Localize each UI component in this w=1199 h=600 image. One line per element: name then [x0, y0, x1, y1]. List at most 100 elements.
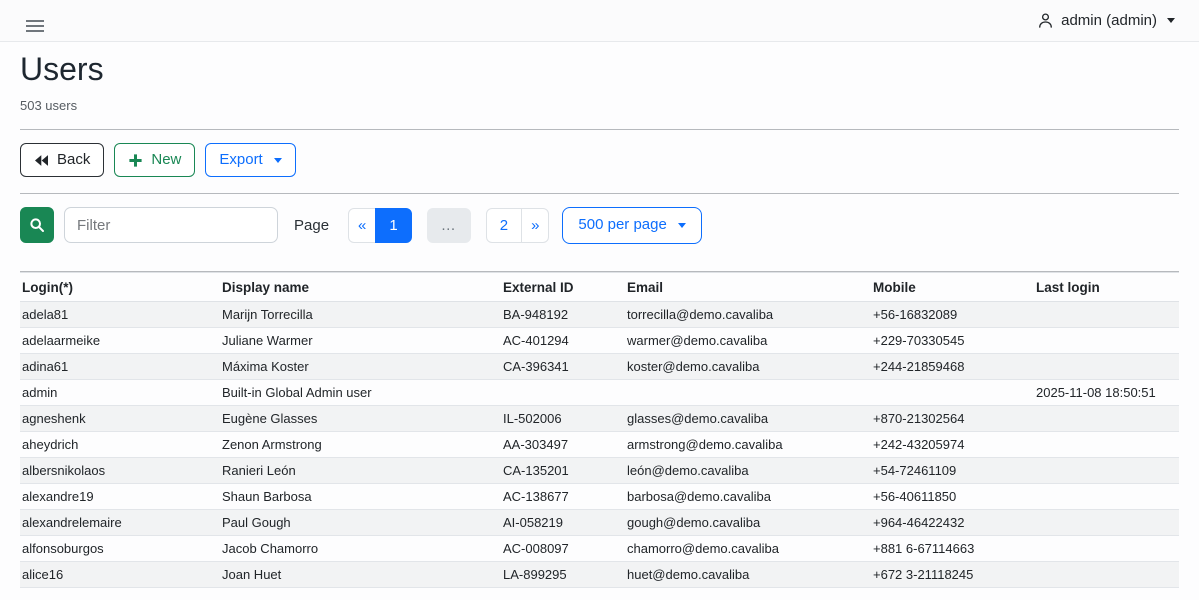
table-row: alice16Joan HuetLA-899295huet@demo.caval…: [20, 561, 1179, 587]
column-header-external-id: External ID: [501, 272, 625, 301]
cell-email: torrecilla@demo.cavaliba: [625, 301, 871, 327]
cell-email: koster@demo.cavaliba: [625, 353, 871, 379]
cell-mobile: +56-16832089: [871, 301, 1034, 327]
person-icon: [1037, 12, 1054, 29]
cell-email: huet@demo.cavaliba: [625, 561, 871, 587]
cell-external-id: CA-396341: [501, 353, 625, 379]
cell-email: glasses@demo.cavaliba: [625, 405, 871, 431]
pagination-next[interactable]: »: [521, 208, 549, 244]
cell-last-login: 2025-11-08 18:50:51: [1034, 379, 1179, 405]
new-button-label: New: [151, 150, 181, 170]
user-menu-label: admin (admin): [1061, 12, 1157, 29]
table-row: aheydrichZenon ArmstrongAA-303497armstro…: [20, 431, 1179, 457]
new-button[interactable]: New: [114, 143, 195, 177]
cell-display-name: Ranieri León: [220, 457, 501, 483]
table-row: alexandre19Shaun BarbosaAC-138677barbosa…: [20, 483, 1179, 509]
cell-mobile: [871, 379, 1034, 405]
page-label: Page: [294, 217, 329, 234]
user-menu[interactable]: admin (admin): [1037, 12, 1175, 29]
cell-external-id: AA-303497: [501, 431, 625, 457]
cell-last-login: [1034, 535, 1179, 561]
cell-display-name: Paul Gough: [220, 509, 501, 535]
cell-login: albersnikolaos: [20, 457, 220, 483]
export-button-label: Export: [219, 150, 262, 170]
cell-external-id: AI-058219: [501, 509, 625, 535]
rewind-icon: [34, 154, 49, 167]
cell-display-name: Built-in Global Admin user: [220, 379, 501, 405]
page-title: Users: [20, 51, 1179, 88]
cell-login: alexandrelemaire: [20, 509, 220, 535]
hamburger-icon: [26, 20, 44, 22]
search-icon: [29, 217, 45, 233]
table-row: adelaarmeikeJuliane WarmerAC-401294warme…: [20, 327, 1179, 353]
pagination-page-2[interactable]: 2: [486, 208, 522, 244]
search-button[interactable]: [20, 207, 54, 243]
column-header-display-name: Display name: [220, 272, 501, 301]
column-header-last-login: Last login: [1034, 272, 1179, 301]
pagination-page-1[interactable]: 1: [375, 208, 411, 244]
cell-login: agneshenk: [20, 405, 220, 431]
table-row: alexandrelemairePaul GoughAI-058219gough…: [20, 509, 1179, 535]
column-header-mobile: Mobile: [871, 272, 1034, 301]
cell-external-id: [501, 379, 625, 405]
cell-mobile: +244-21859468: [871, 353, 1034, 379]
cell-mobile: +672 3-21118245: [871, 561, 1034, 587]
cell-display-name: Marijn Torrecilla: [220, 301, 501, 327]
table-row: agneshenkEugène GlassesIL-502006glasses@…: [20, 405, 1179, 431]
cell-mobile: +242-43205974: [871, 431, 1034, 457]
cell-login: aheydrich: [20, 431, 220, 457]
cell-last-login: [1034, 327, 1179, 353]
cell-email: armstrong@demo.cavaliba: [625, 431, 871, 457]
cell-display-name: Jacob Chamorro: [220, 535, 501, 561]
topbar: admin (admin): [0, 0, 1199, 42]
cell-display-name: Juliane Warmer: [220, 327, 501, 353]
cell-email: gough@demo.cavaliba: [625, 509, 871, 535]
table-header-row: Login(*) Display name External ID Email …: [20, 272, 1179, 301]
cell-external-id: BA-948192: [501, 301, 625, 327]
filter-input[interactable]: [64, 207, 278, 243]
cell-login: alfonsoburgos: [20, 535, 220, 561]
cell-last-login: [1034, 561, 1179, 587]
user-count: 503 users: [20, 98, 1179, 113]
cell-display-name: Joan Huet: [220, 561, 501, 587]
cell-mobile: +229-70330545: [871, 327, 1034, 353]
cell-mobile: +964-46422432: [871, 509, 1034, 535]
main-content: Users 503 users Back New Export: [0, 51, 1199, 588]
cell-login: admin: [20, 379, 220, 405]
toolbar: Back New Export: [20, 143, 1179, 177]
per-page-label: 500 per page: [578, 215, 666, 235]
cell-external-id: AC-008097: [501, 535, 625, 561]
pagination: « 1 … 2 »: [348, 208, 549, 244]
table-row: adminBuilt-in Global Admin user 2025-11-0…: [20, 379, 1179, 405]
cell-mobile: +56-40611850: [871, 483, 1034, 509]
cell-last-login: [1034, 483, 1179, 509]
cell-email: león@demo.cavaliba: [625, 457, 871, 483]
column-header-email: Email: [625, 272, 871, 301]
cell-mobile: +881 6-67114663: [871, 535, 1034, 561]
caret-down-icon: [678, 223, 686, 228]
pagination-ellipsis: …: [427, 208, 471, 244]
cell-display-name: Máxima Koster: [220, 353, 501, 379]
divider: [20, 193, 1179, 194]
users-table-body: adela81Marijn TorrecillaBA-948192torreci…: [20, 301, 1179, 587]
cell-email: warmer@demo.cavaliba: [625, 327, 871, 353]
cell-email: barbosa@demo.cavaliba: [625, 483, 871, 509]
menu-toggle-button[interactable]: [24, 13, 46, 29]
cell-last-login: [1034, 301, 1179, 327]
cell-login: alexandre19: [20, 483, 220, 509]
cell-login: alice16: [20, 561, 220, 587]
export-button[interactable]: Export: [205, 143, 295, 177]
caret-down-icon: [274, 158, 282, 163]
caret-down-icon: [1167, 18, 1175, 23]
table-row: adina61Máxima KosterCA-396341koster@demo…: [20, 353, 1179, 379]
per-page-dropdown[interactable]: 500 per page: [562, 207, 701, 243]
cell-last-login: [1034, 457, 1179, 483]
back-button[interactable]: Back: [20, 143, 104, 177]
pagination-group: …: [427, 208, 471, 244]
cell-mobile: +54-72461109: [871, 457, 1034, 483]
cell-display-name: Zenon Armstrong: [220, 431, 501, 457]
table-row: albersnikolaosRanieri LeónCA-135201león@…: [20, 457, 1179, 483]
cell-display-name: Shaun Barbosa: [220, 483, 501, 509]
cell-display-name: Eugène Glasses: [220, 405, 501, 431]
pagination-prev[interactable]: «: [348, 208, 376, 244]
